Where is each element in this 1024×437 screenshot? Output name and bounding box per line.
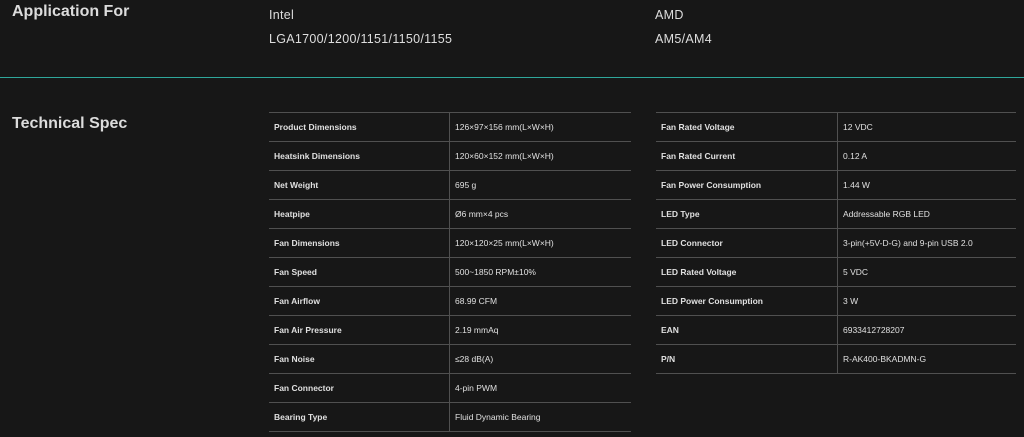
- spec-row: LED Type Addressable RGB LED: [656, 199, 1016, 229]
- amd-brand: AMD: [655, 8, 684, 22]
- application-title: Application For: [12, 3, 130, 20]
- spec-key: Net Weight: [269, 170, 450, 200]
- spec-key: LED Type: [656, 199, 838, 229]
- spec-row: Net Weight 695 g: [269, 170, 631, 200]
- spec-key: EAN: [656, 315, 838, 345]
- spec-key: Fan Dimensions: [269, 228, 450, 258]
- spec-row: Fan Connector 4-pin PWM: [269, 373, 631, 403]
- spec-value: R-AK400-BKADMN-G: [837, 344, 1016, 374]
- spec-row: EAN 6933412728207: [656, 315, 1016, 345]
- spec-value: 120×120×25 mm(L×W×H): [449, 228, 631, 258]
- spec-table-left: Product Dimensions 126×97×156 mm(L×W×H) He…: [269, 112, 631, 432]
- spec-value: 5 VDC: [837, 257, 1016, 287]
- spec-value: 2.19 mmAq: [449, 315, 631, 345]
- spec-key: LED Rated Voltage: [656, 257, 838, 287]
- spec-row: Fan Speed 500~1850 RPM±10%: [269, 257, 631, 287]
- amd-compatibility: AMD AM5/AM4: [655, 8, 712, 56]
- spec-row: Fan Power Consumption 1.44 W: [656, 170, 1016, 200]
- spec-key: Fan Connector: [269, 373, 450, 403]
- spec-key: Product Dimensions: [269, 112, 450, 142]
- spec-row: Fan Dimensions 120×120×25 mm(L×W×H): [269, 228, 631, 258]
- section-divider: [0, 77, 1024, 78]
- spec-key: Bearing Type: [269, 402, 450, 432]
- spec-row: LED Power Consumption 3 W: [656, 286, 1016, 316]
- spec-value: 0.12 A: [837, 141, 1016, 171]
- spec-value: Ø6 mm×4 pcs: [449, 199, 631, 229]
- spec-key: Fan Noise: [269, 344, 450, 374]
- intel-brand: Intel: [269, 8, 295, 22]
- spec-key: Heatpipe: [269, 199, 450, 229]
- spec-value: Addressable RGB LED: [837, 199, 1016, 229]
- amd-sockets: AM5/AM4: [655, 32, 712, 46]
- spec-value: 12 VDC: [837, 112, 1016, 142]
- spec-value: 1.44 W: [837, 170, 1016, 200]
- spec-key: Fan Air Pressure: [269, 315, 450, 345]
- spec-value: 120×60×152 mm(L×W×H): [449, 141, 631, 171]
- intel-compatibility: Intel LGA1700/1200/1151/1150/1155: [269, 8, 452, 56]
- spec-row: LED Connector 3-pin(+5V-D-G) and 9-pin US…: [656, 228, 1016, 258]
- spec-value: ≤28 dB(A): [449, 344, 631, 374]
- spec-value: 3-pin(+5V-D-G) and 9-pin USB 2.0: [837, 228, 1016, 258]
- spec-value: 500~1850 RPM±10%: [449, 257, 631, 287]
- spec-value: 68.99 CFM: [449, 286, 631, 316]
- spec-row: Heatsink Dimensions 120×60×152 mm(L×W×H): [269, 141, 631, 171]
- spec-row: Heatpipe Ø6 mm×4 pcs: [269, 199, 631, 229]
- spec-value: Fluid Dynamic Bearing: [449, 402, 631, 432]
- spec-row: Fan Airflow 68.99 CFM: [269, 286, 631, 316]
- spec-row: Bearing Type Fluid Dynamic Bearing: [269, 402, 631, 432]
- spec-key: Heatsink Dimensions: [269, 141, 450, 171]
- spec-row: Fan Rated Voltage 12 VDC: [656, 112, 1016, 142]
- spec-key: Fan Power Consumption: [656, 170, 838, 200]
- spec-key: Fan Rated Current: [656, 141, 838, 171]
- technical-spec-title: Technical Spec: [12, 115, 128, 132]
- spec-key: LED Connector: [656, 228, 838, 258]
- spec-value: 6933412728207: [837, 315, 1016, 345]
- spec-key: Fan Airflow: [269, 286, 450, 316]
- spec-key: Fan Rated Voltage: [656, 112, 838, 142]
- spec-key: P/N: [656, 344, 838, 374]
- spec-row: P/N R-AK400-BKADMN-G: [656, 344, 1016, 374]
- spec-value: 695 g: [449, 170, 631, 200]
- spec-key: Fan Speed: [269, 257, 450, 287]
- spec-value: 3 W: [837, 286, 1016, 316]
- application-section: Application For Intel LGA1700/1200/1151/…: [0, 0, 1024, 78]
- spec-row: Fan Noise ≤28 dB(A): [269, 344, 631, 374]
- spec-value: 126×97×156 mm(L×W×H): [449, 112, 631, 142]
- spec-table-right: Fan Rated Voltage 12 VDC Fan Rated Current…: [656, 112, 1016, 374]
- spec-row: LED Rated Voltage 5 VDC: [656, 257, 1016, 287]
- spec-value: 4-pin PWM: [449, 373, 631, 403]
- spec-row: Product Dimensions 126×97×156 mm(L×W×H): [269, 112, 631, 142]
- spec-row: Fan Air Pressure 2.19 mmAq: [269, 315, 631, 345]
- intel-sockets: LGA1700/1200/1151/1150/1155: [269, 32, 453, 46]
- spec-key: LED Power Consumption: [656, 286, 838, 316]
- spec-row: Fan Rated Current 0.12 A: [656, 141, 1016, 171]
